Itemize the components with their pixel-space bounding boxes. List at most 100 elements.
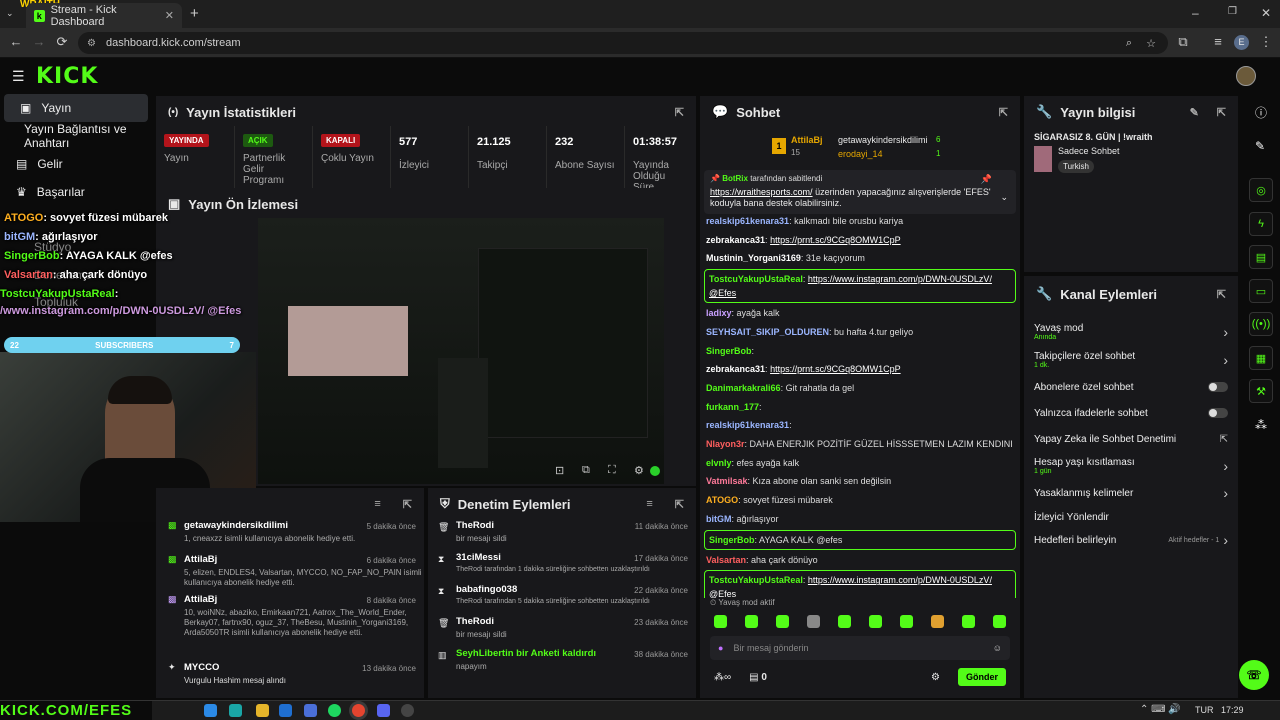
popout-icon[interactable]: ⇱ <box>675 106 684 119</box>
stream-preview-video[interactable]: ⊡ ⧉ ⛶ ⚙ <box>258 218 664 484</box>
chat-username[interactable]: bitGM <box>706 514 732 524</box>
close-window-icon[interactable]: ✕ <box>1261 6 1271 20</box>
language-indicator[interactable]: TUR <box>1195 705 1214 715</box>
chat-settings-icon[interactable]: ⚙ <box>931 672 940 683</box>
maximize-icon[interactable]: ❐ <box>1228 6 1237 17</box>
sidebar-item-revenue[interactable]: ▤ Gelir <box>0 150 152 178</box>
settings-icon[interactable]: ⚙ <box>634 464 644 477</box>
chat-username[interactable]: elvnly <box>706 458 732 468</box>
popout-icon[interactable]: ⇱ <box>403 498 412 511</box>
popout-icon[interactable]: ⇱ <box>999 106 1008 119</box>
chat-username[interactable]: ATOGO <box>706 495 738 505</box>
lightning-icon[interactable]: ϟ <box>1249 212 1273 236</box>
emote-icon[interactable] <box>931 614 944 628</box>
minimize-icon[interactable]: – <box>1192 6 1199 20</box>
chat-username[interactable]: zebrakanca31 <box>706 235 765 245</box>
chat-rail-icon[interactable]: ▭ <box>1249 279 1273 303</box>
filter-icon[interactable]: ≡ <box>646 498 652 510</box>
user-avatar[interactable] <box>1236 66 1256 86</box>
unpin-icon[interactable]: 📌 <box>981 174 992 185</box>
sidebar-item-stream-key[interactable]: Yayın Bağlantısı ve Anahtarı <box>0 122 152 150</box>
hamburger-menu-icon[interactable]: ☰ <box>12 68 25 85</box>
emote-icon[interactable] <box>776 614 789 628</box>
banned-words-row[interactable]: Yasaklanmış kelimeler › <box>1024 480 1238 506</box>
tray-icons[interactable]: ⌃ ⌨ 🔊 <box>1140 704 1181 715</box>
chat-username[interactable]: realskip61kenara31 <box>706 216 789 226</box>
send-button[interactable]: Gönder <box>957 668 1006 686</box>
chat-username[interactable]: SEYHSAIT_SIKIP_OLDUREN <box>706 327 829 337</box>
outlook-icon[interactable] <box>279 704 292 717</box>
emote-icon[interactable] <box>869 614 882 628</box>
expand-icon[interactable]: ⌄ <box>1000 192 1008 203</box>
tab-close-icon[interactable]: ✕ <box>165 9 174 22</box>
chat-username[interactable]: SingerBob <box>706 346 752 356</box>
profile-avatar[interactable]: E <box>1234 35 1249 50</box>
emote-only-row[interactable]: Yalnızca ifadelerle sohbet <box>1024 400 1238 426</box>
raid-row[interactable]: İzleyici Yönlendir <box>1024 506 1238 528</box>
site-info-icon[interactable]: ⚙ <box>87 38 96 49</box>
tab-list-icon[interactable]: ⌄ <box>6 8 14 19</box>
emote-icon[interactable] <box>900 614 913 628</box>
browser-tab[interactable]: k Stream - Kick Dashboard ✕ <box>26 3 182 28</box>
emote-icon[interactable] <box>714 614 727 628</box>
emote-icon[interactable] <box>962 614 975 628</box>
windows-icon[interactable] <box>204 704 217 717</box>
clock[interactable]: 17:29 <box>1221 705 1244 715</box>
bookmark-star-icon[interactable]: ☆ <box>1146 37 1156 50</box>
emoji-icon[interactable]: ☺ <box>993 643 1002 653</box>
support-bubble-icon[interactable]: ☏ <box>1239 660 1269 690</box>
more-icon[interactable]: ⁂ <box>1255 418 1267 432</box>
tools-icon[interactable]: ⚒ <box>1249 379 1273 403</box>
slow-mode-row[interactable]: Yavaş mod Anında › <box>1024 318 1238 346</box>
account-age-row[interactable]: Hesap yaşı kısıtlaması 1 gün › <box>1024 452 1238 480</box>
chat-username[interactable]: zebrakanca31 <box>706 364 765 374</box>
store-icon[interactable] <box>304 704 317 717</box>
sidebar-item-achievements[interactable]: ♛ Başarılar <box>0 178 152 206</box>
points-icon[interactable]: ⁂∞ <box>714 672 731 683</box>
emote-icon[interactable] <box>993 614 1006 628</box>
theater-icon[interactable]: ⊡ <box>555 464 564 477</box>
obs-icon[interactable] <box>401 704 414 717</box>
reload-icon[interactable]: ⟳ <box>54 34 70 50</box>
emote-icon[interactable] <box>838 614 851 628</box>
filter-icon[interactable]: ≡ <box>374 498 380 510</box>
popout-icon[interactable]: ⇱ <box>675 498 684 511</box>
kick-logo[interactable]: KICK <box>36 64 98 89</box>
chat-username[interactable]: Danimarkakrali66 <box>706 383 781 393</box>
back-icon[interactable]: ← <box>8 34 24 50</box>
emote-icon[interactable] <box>745 614 758 628</box>
url-field[interactable]: ⚙ dashboard.kick.com/stream ⌕ ☆ <box>78 32 1168 54</box>
new-tab-icon[interactable]: + <box>190 5 199 22</box>
spotify-icon[interactable] <box>328 704 341 717</box>
info-icon[interactable]: ⓘ <box>1255 104 1267 121</box>
chat-link[interactable]: https://prnt.sc/9CGq8OMW1CpP <box>770 235 901 245</box>
popout-icon[interactable]: ⇱ <box>1217 288 1226 301</box>
sidebar-item-stream[interactable]: ▣ Yayın <box>4 94 148 122</box>
chat-link[interactable]: https://prnt.sc/9CGq8OMW1CpP <box>770 364 901 374</box>
zoom-icon[interactable]: ⌕ <box>1126 37 1132 50</box>
emote-only-toggle[interactable] <box>1208 408 1228 418</box>
forward-icon[interactable]: → <box>31 34 47 50</box>
chat-username[interactable]: realskip61kenara31 <box>706 420 789 430</box>
notes-icon[interactable]: ▤ <box>1249 245 1273 269</box>
chat-username[interactable]: TostcuYakupUstaReal <box>709 575 803 585</box>
chat-username[interactable]: Mustinin_Yorgani3169 <box>706 253 801 263</box>
chat-username[interactable]: Nlayon3r <box>706 439 745 449</box>
edge-icon[interactable] <box>229 704 242 717</box>
emote-icon[interactable] <box>807 614 820 628</box>
discord-icon[interactable] <box>377 704 390 717</box>
layout-icon[interactable]: ▦ <box>1249 346 1273 370</box>
chat-username[interactable]: ladixy <box>706 308 732 318</box>
pinned-link[interactable]: https://wraithesports.com/ <box>710 187 813 197</box>
edit-icon[interactable]: ✎ <box>1190 106 1199 119</box>
camera-icon[interactable]: ◎ <box>1249 178 1273 202</box>
edit-rail-icon[interactable]: ✎ <box>1255 139 1265 153</box>
popout-icon[interactable]: ⇱ <box>1217 106 1226 119</box>
chrome-icon[interactable] <box>352 704 365 717</box>
chat-username[interactable]: TostcuYakupUstaReal <box>709 274 803 284</box>
extensions-icon[interactable]: ⧉ <box>1175 34 1191 50</box>
chat-username[interactable]: Valsartan <box>706 555 746 565</box>
followers-only-row[interactable]: Takipçilere özel sohbet 1 dk. › <box>1024 346 1238 374</box>
fullscreen-icon[interactable]: ⛶ <box>608 464 616 477</box>
pip-icon[interactable]: ⧉ <box>582 464 590 477</box>
